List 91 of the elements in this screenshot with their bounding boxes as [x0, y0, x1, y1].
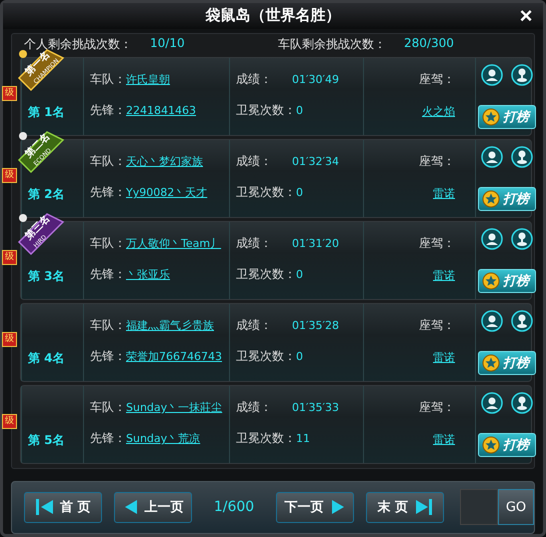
rank-label: 第 4名 — [28, 350, 66, 367]
vanguard-label: 先锋： — [90, 184, 126, 202]
team-link[interactable]: Sunday丶一抹莊尘 — [126, 400, 222, 415]
car-link[interactable]: 火之焰 — [422, 104, 455, 119]
result-time: 01′35′33 — [292, 400, 339, 414]
vanguard-link[interactable]: Sunday丶荒凉 — [126, 431, 200, 446]
result-label: 成绩： — [236, 152, 272, 170]
go-button[interactable]: GO — [498, 489, 534, 526]
profile-icon[interactable] — [481, 228, 503, 250]
vanguard-link[interactable]: 荣誉加766746743 — [126, 349, 222, 364]
defends-count: 0 — [296, 186, 303, 200]
team-link[interactable]: 万人敬仰丶Team丿 — [126, 236, 222, 251]
defends-label: 卫冕次数： — [236, 184, 296, 202]
first-page-button[interactable]: 首 页 — [24, 492, 102, 523]
joystick-icon[interactable] — [511, 228, 533, 250]
defends-count: 0 — [296, 350, 303, 364]
right-arrow-icon — [414, 498, 432, 516]
vanguard-label: 先锋： — [90, 266, 126, 284]
joystick-icon[interactable] — [511, 392, 533, 414]
car-link[interactable]: 雷诺 — [433, 186, 455, 201]
personal-challenges-value: 10/10 — [150, 36, 185, 52]
result-time: 01′32′34 — [292, 154, 339, 168]
left-arrow-icon — [36, 498, 54, 516]
result-time: 01′31′20 — [292, 236, 339, 250]
profile-icon[interactable] — [481, 146, 503, 168]
team-link[interactable]: 许氏皇朝 — [126, 72, 170, 87]
result-time: 01′30′49 — [292, 72, 339, 86]
next-page-button[interactable]: 下一页 — [276, 492, 354, 523]
vanguard-link[interactable]: Yy90082丶天才 — [126, 185, 208, 200]
team-challenges-value: 280/300 — [404, 36, 454, 52]
close-button[interactable]: × — [515, 5, 537, 27]
joystick-icon[interactable] — [511, 310, 533, 332]
star-coin-icon — [482, 108, 500, 126]
profile-icon[interactable] — [481, 310, 503, 332]
star-coin-icon — [482, 190, 500, 208]
window-title: 袋鼠岛（世界名胜） — [206, 6, 340, 26]
defends-label: 卫冕次数： — [236, 266, 296, 284]
defends-label: 卫冕次数： — [236, 430, 296, 448]
rank-label: 第 1名 — [28, 104, 66, 121]
car-label: 座驾： — [419, 317, 455, 334]
vanguard-link[interactable]: 丶张亚乐 — [126, 267, 170, 282]
team-label: 车队： — [90, 152, 126, 170]
team-label: 车队： — [90, 398, 126, 416]
team-link[interactable]: 福建灬霸气彡贵族 — [126, 318, 214, 333]
level-badge: 级 — [2, 250, 17, 265]
last-page-button[interactable]: 末 页 — [366, 492, 444, 523]
result-label: 成绩： — [236, 316, 272, 334]
rank-label: 第 2名 — [28, 186, 66, 203]
defends-count: 11 — [296, 432, 310, 446]
result-time: 01′35′28 — [292, 318, 339, 332]
level-badge: 级 — [2, 86, 17, 101]
prev-page-button[interactable]: 上一页 — [114, 492, 192, 523]
car-label: 座驾： — [419, 235, 455, 252]
left-arrow-icon — [123, 498, 138, 516]
profile-icon[interactable] — [481, 392, 503, 414]
defends-label: 卫冕次数： — [236, 102, 296, 120]
defends-label: 卫冕次数： — [236, 348, 296, 366]
profile-icon[interactable] — [481, 64, 503, 86]
right-arrow-icon — [330, 498, 345, 516]
car-label: 座驾： — [419, 153, 455, 170]
rank-label: 第 3名 — [28, 268, 66, 285]
vanguard-label: 先锋： — [90, 430, 126, 448]
vanguard-label: 先锋： — [90, 348, 126, 366]
defends-count: 0 — [296, 104, 303, 118]
level-badge: 级 — [2, 168, 17, 183]
vanguard-label: 先锋： — [90, 102, 126, 120]
team-link[interactable]: 天心丶梦幻家族 — [126, 154, 203, 169]
team-label: 车队： — [90, 234, 126, 252]
car-link[interactable]: 雷诺 — [433, 268, 455, 283]
joystick-icon[interactable] — [511, 64, 533, 86]
rank-label: 第 5名 — [28, 432, 66, 449]
result-label: 成绩： — [236, 234, 272, 252]
team-challenges-label: 车队剩余挑战次数： — [278, 36, 386, 54]
team-label: 车队： — [90, 316, 126, 334]
joystick-icon[interactable] — [511, 146, 533, 168]
star-coin-icon — [482, 354, 500, 372]
level-badge: 级 — [2, 332, 17, 347]
page-input-field[interactable] — [460, 489, 498, 526]
level-badge: 级 — [2, 414, 17, 429]
star-coin-icon — [482, 272, 500, 290]
defends-count: 0 — [296, 268, 303, 282]
result-label: 成绩： — [236, 398, 272, 416]
car-label: 座驾： — [419, 399, 455, 416]
result-label: 成绩： — [236, 70, 272, 88]
vanguard-link[interactable]: 2241841463 — [126, 104, 196, 118]
team-label: 车队： — [90, 70, 126, 88]
car-link[interactable]: 雷诺 — [433, 432, 455, 447]
car-link[interactable]: 雷诺 — [433, 350, 455, 365]
page-indicator: 1/600 — [212, 499, 256, 516]
car-label: 座驾： — [419, 71, 455, 88]
star-coin-icon — [482, 436, 500, 454]
